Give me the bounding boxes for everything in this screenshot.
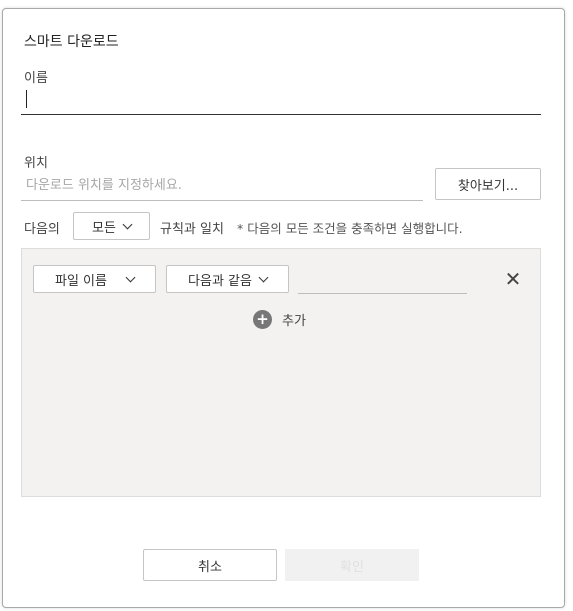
match-mode-value: 모든 <box>92 220 116 236</box>
match-suffix-text: 규칙과 일치 <box>160 222 224 237</box>
chevron-down-icon <box>125 272 136 282</box>
ok-button[interactable]: 확인 <box>285 549 419 581</box>
remove-rule-button[interactable]: ✕ <box>502 267 524 291</box>
plus-circle-icon: + <box>253 310 272 329</box>
match-mode-dropdown[interactable]: 모든 <box>73 212 150 240</box>
condition-note: * 다음의 모든 조건을 충족하면 실행합니다. <box>237 221 463 236</box>
rule-operator-dropdown[interactable]: 다음과 같음 <box>166 265 289 293</box>
text-caret <box>26 90 27 108</box>
location-label: 위치 <box>24 156 48 171</box>
chevron-down-icon <box>258 272 269 282</box>
location-input[interactable] <box>21 170 423 201</box>
close-icon: ✕ <box>504 267 522 291</box>
chevron-down-icon <box>122 219 133 229</box>
add-rule-label: 추가 <box>282 314 306 329</box>
rule-field-dropdown[interactable]: 파일 이름 <box>33 265 156 293</box>
name-input[interactable] <box>21 84 541 115</box>
cancel-button[interactable]: 취소 <box>143 549 277 581</box>
add-rule-button[interactable]: + 추가 <box>253 310 306 329</box>
dialog-title: 스마트 다운로드 <box>24 34 119 50</box>
match-prefix-text: 다음의 <box>24 222 60 237</box>
rule-field-value: 파일 이름 <box>55 273 107 289</box>
rule-operator-value: 다음과 같음 <box>188 273 252 289</box>
browse-button[interactable]: 찾아보기... <box>435 168 541 200</box>
rule-value-input[interactable] <box>298 275 467 294</box>
